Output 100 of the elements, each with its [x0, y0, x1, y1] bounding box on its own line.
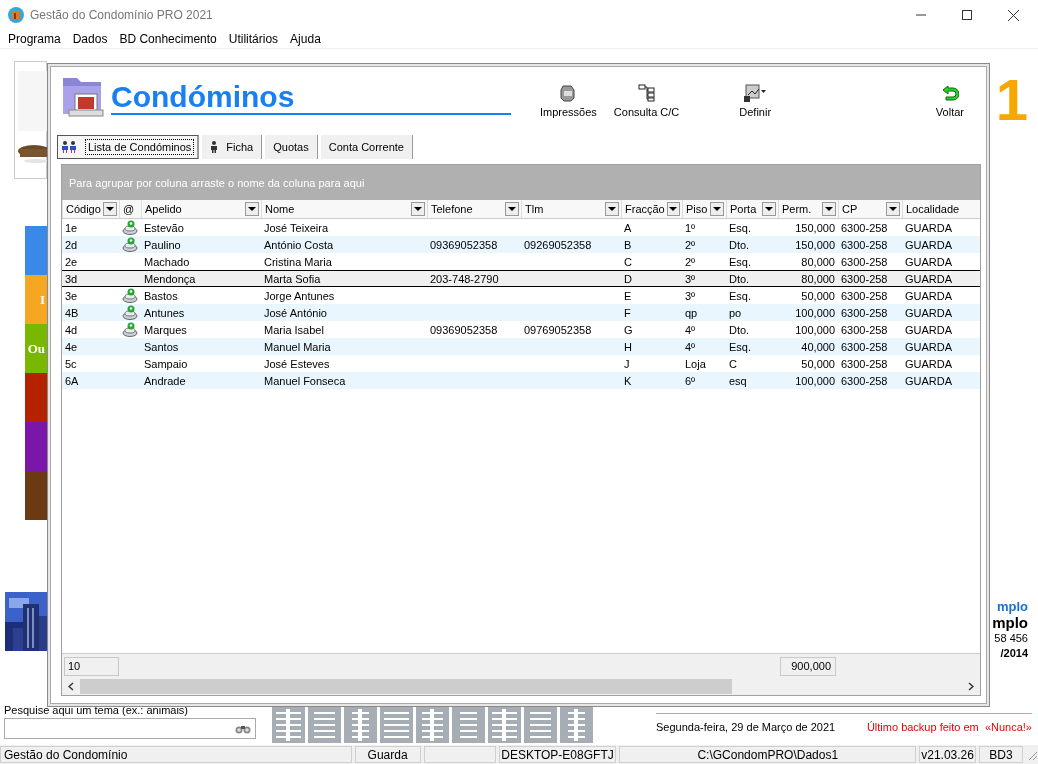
table-row[interactable]: 6A Andrade Manuel Fonseca K 6º esq 100,000 6300-258 GUARDA — [62, 372, 980, 389]
table-row[interactable]: 4B Antunes José António F qp po 100,000 6300-258 GUARDA — [62, 304, 980, 321]
table-cell: 150,000 — [795, 238, 835, 251]
filter-button[interactable] — [411, 202, 425, 216]
table-cell: 6300-258 — [841, 323, 888, 336]
menu-item[interactable]: Programa — [8, 32, 61, 46]
menu-item[interactable]: Utilitários — [228, 32, 279, 46]
table-cell: José Esteves — [264, 357, 330, 370]
menu-tile[interactable] — [25, 471, 47, 520]
table-cell: 09269052358 — [524, 238, 592, 251]
table-cell: 6300-258 — [841, 221, 888, 234]
table-cell: C — [729, 357, 737, 370]
table-cell: Marques — [144, 323, 187, 336]
table-cell: 6300-258 — [841, 238, 888, 251]
note-text: 58 456 — [994, 631, 1028, 646]
table-cell: Esq. — [729, 221, 751, 234]
table-cell: D — [624, 272, 632, 285]
chart-icon — [743, 84, 768, 102]
column-header[interactable]: Piso — [686, 203, 708, 215]
binoculars-icon[interactable] — [235, 723, 251, 734]
scroll-right-icon[interactable] — [968, 682, 974, 691]
table-cell: 5c — [65, 357, 77, 370]
column-header[interactable]: Tlm — [525, 203, 603, 215]
filter-button[interactable] — [666, 202, 680, 216]
filter-button[interactable] — [762, 202, 776, 216]
menu-item[interactable]: Dados — [72, 32, 108, 46]
filter-button[interactable] — [886, 202, 900, 216]
table-cell: Cristina Maria — [264, 255, 332, 268]
table-cell: 6300-258 — [841, 272, 888, 285]
table-cell: Manuel Maria — [264, 340, 331, 353]
table-cell: GUARDA — [905, 340, 953, 353]
table-cell: GUARDA — [905, 357, 953, 370]
column-header[interactable]: CP — [842, 203, 884, 215]
column-header[interactable]: @ — [123, 203, 141, 215]
table-cell: 203-748-2790 — [430, 272, 499, 285]
filter-button[interactable] — [605, 202, 619, 216]
tab[interactable]: Lista de Condóminos — [57, 135, 200, 159]
page-title: Condóminos — [111, 80, 511, 115]
filter-button[interactable] — [505, 202, 519, 216]
note-text: mplo — [996, 599, 1028, 614]
filter-button[interactable] — [245, 202, 259, 216]
table-row[interactable]: 3d Mendonça Marta Sofia 203-748-2790 D 3º Dto. 80,000 6300-258 GUARDA — [62, 270, 980, 287]
toolbar-button[interactable]: Voltar — [935, 84, 964, 118]
table-cell: Esq. — [729, 340, 751, 353]
tab[interactable]: Ficha — [202, 135, 263, 159]
scroll-left-icon[interactable] — [68, 682, 74, 691]
table-cell: 6A — [65, 374, 79, 387]
caret-icon — [765, 207, 773, 211]
table-cell: 2d — [65, 238, 78, 251]
table-cell: 2e — [65, 255, 78, 268]
table-cell: 6300-258 — [841, 289, 888, 302]
table-cell: qp — [685, 306, 698, 319]
menu-tile[interactable] — [25, 373, 47, 422]
close-icon[interactable] — [1008, 9, 1019, 21]
caret-icon — [825, 207, 833, 211]
column-header[interactable]: Porta — [730, 203, 760, 215]
table-cell: C — [624, 255, 632, 268]
table-cell: esq — [729, 374, 747, 387]
scrollbar-thumb[interactable] — [80, 679, 732, 694]
filter-button[interactable] — [103, 202, 117, 216]
toolbar-button[interactable]: Consulta C/C — [613, 84, 680, 118]
table-row[interactable]: 2d Paulino António Costa 09369052358 09269052358 B 2º Dto. 150,000 6300-258 GUARDA — [62, 236, 980, 253]
column-header[interactable]: Perm. — [782, 203, 820, 215]
table-cell: H — [624, 340, 632, 353]
table-cell: 2º — [685, 238, 696, 251]
toolbar-button[interactable]: Definir — [739, 84, 772, 118]
table-row[interactable]: 4e Santos Manuel Maria H 4º Esq. 40,000 6300-258 GUARDA — [62, 338, 980, 355]
column-header[interactable]: Fracção — [625, 203, 665, 215]
column-header[interactable]: Localidade — [906, 203, 980, 215]
table-cell: Sampaio — [144, 357, 188, 370]
table-cell: Paulino — [144, 238, 181, 251]
column-header[interactable]: Código — [66, 203, 101, 215]
note-text: /2014 — [1000, 646, 1028, 661]
people-icon — [61, 141, 77, 153]
table-cell: GUARDA — [905, 306, 953, 319]
tab[interactable]: Quotas — [265, 135, 318, 159]
menu-tile[interactable] — [25, 226, 47, 275]
table-cell: GUARDA — [905, 289, 953, 302]
status-field: Guarda — [354, 746, 421, 763]
table-cell: 50,000 — [801, 289, 835, 302]
filter-button[interactable] — [822, 202, 836, 216]
table-cell: Maria Isabel — [264, 323, 324, 336]
column-header[interactable]: Apelido — [145, 203, 243, 215]
column-header[interactable]: Telefone — [431, 203, 503, 215]
tab[interactable]: Conta Corrente — [320, 135, 413, 159]
menu-item[interactable]: BD Conhecimento — [119, 32, 217, 46]
toolbar-button[interactable]: Impressões — [540, 84, 597, 118]
back-arrow-icon — [940, 84, 959, 102]
table-cell: Dto. — [729, 238, 750, 251]
table-cell: 3d — [65, 272, 78, 285]
column-header[interactable]: Nome — [265, 203, 409, 215]
search-field[interactable] — [4, 718, 256, 739]
status-field: BD3 — [979, 746, 1023, 763]
table-cell: Dto. — [729, 272, 750, 285]
table-cell: 1º — [685, 221, 696, 234]
table-cell: GUARDA — [905, 221, 953, 234]
maximize-icon[interactable] — [962, 10, 972, 20]
filter-button[interactable] — [710, 202, 724, 216]
menu-item[interactable]: Ajuda — [290, 32, 321, 46]
menu-tile[interactable] — [25, 422, 47, 471]
